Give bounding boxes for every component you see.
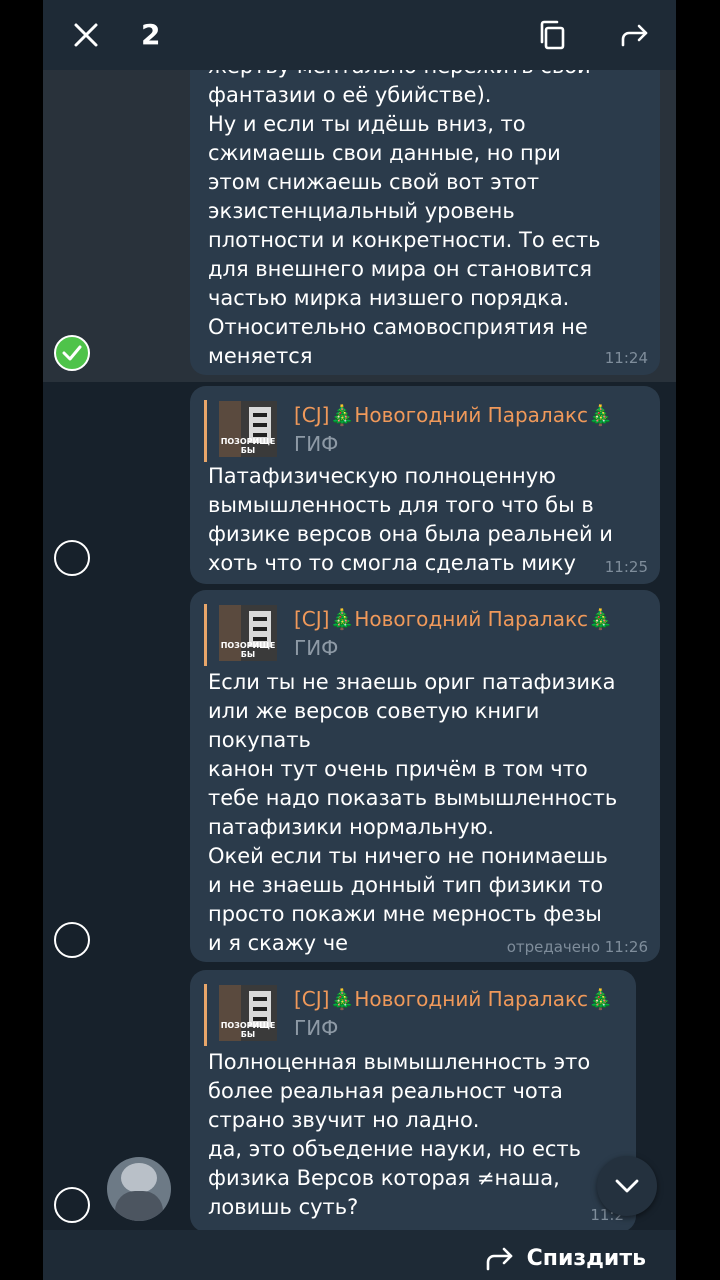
gif-thumbnail: ПОЗОРИЩЕ БЫ [219,401,277,457]
selection-toolbar: 2 [43,0,676,70]
copy-button[interactable] [527,10,577,60]
reply-author: [CJ]🎄Новогодний Паралакс🎄 [294,607,613,631]
reply-arrow-icon [486,1247,512,1271]
bottom-action-bar: Спиздить [43,1230,676,1280]
gif-thumbnail: ПОЗОРИЩЕ БЫ [219,605,277,661]
message-time: отредачено 11:26 [506,938,648,956]
message-time: 11:25 [604,558,648,576]
selected-count: 2 [141,18,161,51]
forward-icon [621,24,648,47]
close-selection-button[interactable] [61,10,111,60]
selected-check[interactable] [54,335,90,371]
close-icon [74,23,98,47]
select-check[interactable] [54,922,90,958]
copy-icon [540,20,565,50]
reply-type: ГИФ [294,636,339,660]
message-bubble[interactable]: ПОЗОРИЩЕ БЫ [CJ]🎄Новогодний Паралакс🎄 ГИ… [190,590,660,962]
forward-button[interactable] [610,10,660,60]
forward-action-button[interactable]: Спиздить [485,1238,646,1278]
message-bubble[interactable]: ПОЗОРИЩЕ БЫ [CJ]🎄Новогодний Паралакс🎄 ГИ… [190,386,660,584]
message-text: жертву ментально пережить свои фантазии … [208,54,601,368]
message-text: Если ты не знаешь ориг патафизика или же… [208,670,618,955]
gif-thumbnail: ПОЗОРИЩЕ БЫ [219,985,277,1041]
reply-preview[interactable]: ПОЗОРИЩЕ БЫ [CJ]🎄Новогодний Паралакс🎄 ГИ… [204,984,647,1046]
chevron-down-icon [615,1179,639,1193]
thumbnail-caption: ПОЗОРИЩЕ БЫ [220,1021,276,1039]
message-text: Патафизическую полноценную вымышленность… [208,464,613,575]
message-bubble[interactable]: жертву ментально пережить свои фантазии … [190,40,660,375]
message-row[interactable]: ПОЗОРИЩЕ БЫ [CJ]🎄Новогодний Паралакс🎄 ГИ… [43,588,676,966]
checkmark-icon [62,345,82,361]
message-row[interactable]: ПОЗОРИЩЕ БЫ [CJ]🎄Новогодний Паралакс🎄 ГИ… [43,382,676,588]
scroll-down-button[interactable] [597,1156,657,1216]
thumbnail-caption: ПОЗОРИЩЕ БЫ [220,437,276,455]
sender-avatar[interactable] [107,1157,171,1221]
select-check[interactable] [54,540,90,576]
reply-preview[interactable]: ПОЗОРИЩЕ БЫ [CJ]🎄Новогодний Паралакс🎄 ГИ… [204,400,647,462]
forward-action-label: Спиздить [526,1245,646,1271]
reply-author: [CJ]🎄Новогодний Паралакс🎄 [294,987,613,1011]
select-check[interactable] [54,1187,90,1223]
chat-screen: 2 жертву ментально пережить свои фантази… [43,0,676,1280]
reply-preview[interactable]: ПОЗОРИЩЕ БЫ [CJ]🎄Новогодний Паралакс🎄 ГИ… [204,604,647,666]
message-bubble[interactable]: ПОЗОРИЩЕ БЫ [CJ]🎄Новогодний Паралакс🎄 ГИ… [190,970,636,1232]
message-time: 11:24 [604,349,648,367]
reply-type: ГИФ [294,432,339,456]
message-text: Полноценная вымышленность это более реал… [208,1050,591,1219]
reply-author: [CJ]🎄Новогодний Паралакс🎄 [294,403,613,427]
thumbnail-caption: ПОЗОРИЩЕ БЫ [220,641,276,659]
reply-type: ГИФ [294,1016,339,1040]
